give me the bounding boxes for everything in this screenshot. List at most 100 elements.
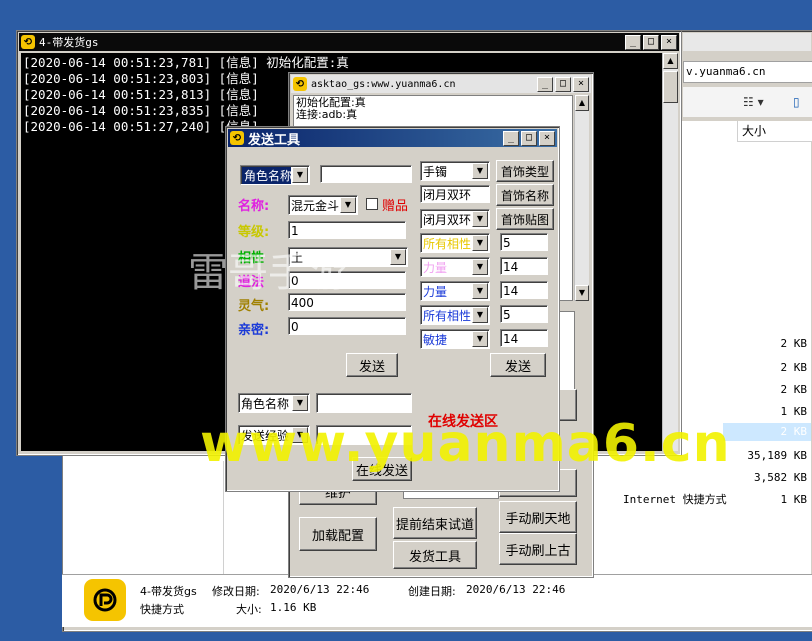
explorer-titlebar: [683, 33, 811, 51]
close-icon[interactable]: ×: [661, 34, 677, 50]
explorer-address-bar[interactable]: v.yuanma6.cn: [683, 61, 812, 83]
details-created: 2020/6/13 22:46: [466, 583, 566, 596]
main-titlebar[interactable]: ⟲ asktao_gs:www.yuanma6.cn _ □ ×: [291, 75, 591, 93]
chevron-down-icon[interactable]: ▼: [472, 283, 488, 299]
column-header-size[interactable]: 大小: [737, 121, 812, 142]
details-modified: 2020/6/13 22:46: [270, 583, 370, 596]
explorer-toolbar: ☷ ▾ ▯: [683, 87, 812, 117]
chevron-down-icon[interactable]: ▼: [472, 235, 488, 251]
send-tool-title: 发送工具: [248, 132, 301, 148]
jewelry-paste-button[interactable]: 首饰贴图: [496, 208, 554, 230]
level-input[interactable]: 1: [288, 221, 406, 239]
scroll-up-icon[interactable]: ▲: [575, 95, 589, 111]
details-size-label: 大小:: [236, 603, 262, 616]
details-type: 快捷方式: [140, 603, 184, 616]
app-logo-icon: ⟲: [230, 131, 244, 145]
role-name-combo[interactable]: 角色名称 ▼: [240, 165, 310, 185]
jewelry-paste-combo[interactable]: 闭月双环 ▼: [420, 209, 490, 229]
preview-pane-icon[interactable]: ▯: [793, 95, 800, 109]
attr-combo-4[interactable]: 所有相性 ▼: [420, 305, 490, 325]
chevron-down-icon[interactable]: ▼: [292, 167, 308, 183]
scroll-down-icon[interactable]: ▼: [575, 285, 589, 301]
chevron-down-icon[interactable]: ▼: [390, 249, 406, 265]
maximize-icon[interactable]: □: [521, 130, 537, 146]
file-size: 2 KB: [780, 425, 808, 438]
details-name: 4-带发货gs: [140, 585, 197, 598]
console-line: [2020-06-14 00:51:23,781] [信息] 初始化配置:真: [23, 55, 349, 70]
attr-value-2[interactable]: 14: [500, 257, 548, 275]
file-size: 35,189 KB: [747, 449, 807, 462]
online-role-input[interactable]: [316, 393, 412, 413]
end-trial-button[interactable]: 提前结束试道: [393, 507, 477, 539]
watermark-text: 雷哥手游: [188, 250, 348, 296]
gift-checkbox[interactable]: [366, 198, 378, 210]
load-config-button[interactable]: 加载配置: [299, 517, 377, 551]
close-icon[interactable]: ×: [573, 76, 589, 92]
console-titlebar[interactable]: ⟲ 4-带发货gs _ □ ×: [19, 33, 679, 51]
refresh-tiandi-button[interactable]: 手动刷天地: [499, 501, 577, 533]
send-tool-button[interactable]: 发货工具: [393, 541, 477, 569]
gift-label: 赠品: [382, 199, 409, 214]
main-log-scrollbar[interactable]: ▲ ▼: [574, 95, 589, 301]
minimize-icon[interactable]: _: [537, 76, 553, 92]
main-title: asktao_gs:www.yuanma6.cn: [311, 78, 456, 90]
watermark-url: www.yuanma6.cn: [200, 414, 731, 474]
details-size: 1.16 KB: [270, 601, 317, 614]
minimize-icon[interactable]: _: [625, 34, 641, 50]
chevron-down-icon[interactable]: ▼: [472, 331, 488, 347]
chevron-down-icon[interactable]: ▼: [472, 211, 488, 227]
jewelry-name-input[interactable]: 闭月双环: [420, 185, 490, 203]
shortcut-app-icon: [84, 579, 126, 621]
attr-value-5[interactable]: 14: [500, 329, 548, 347]
log-line: 连接:adb:真: [296, 108, 358, 121]
attr-value-1[interactable]: 5: [500, 233, 548, 251]
details-modified-label: 修改日期:: [212, 585, 260, 598]
app-logo-icon: ⟲: [293, 77, 307, 91]
file-size: 2 KB: [780, 361, 808, 374]
scroll-thumb[interactable]: [663, 71, 678, 103]
send-item-button[interactable]: 发送: [346, 353, 398, 377]
item-name-combo[interactable]: 混元金斗 ▼: [288, 195, 358, 215]
intimacy-input[interactable]: 0: [288, 317, 406, 335]
attr-combo-5[interactable]: 敏捷 ▼: [420, 329, 490, 349]
chevron-down-icon[interactable]: ▼: [472, 259, 488, 275]
sidebar-pane: [63, 461, 224, 575]
send-jewelry-button[interactable]: 发送: [490, 353, 546, 377]
jewelry-name-button[interactable]: 首饰名称: [496, 184, 554, 206]
jewelry-type-button[interactable]: 首饰类型: [496, 160, 554, 182]
chevron-down-icon[interactable]: ▼: [472, 307, 488, 323]
attr-value-4[interactable]: 5: [500, 305, 548, 323]
attr-combo-1[interactable]: 所有相性 ▼: [420, 233, 490, 253]
minimize-icon[interactable]: _: [503, 130, 519, 146]
attr-combo-2[interactable]: 力量 ▼: [420, 257, 490, 277]
close-icon[interactable]: ×: [539, 130, 555, 146]
jewelry-type-combo[interactable]: 手镯 ▼: [420, 161, 490, 181]
file-size: 2 KB: [780, 383, 808, 396]
send-tool-titlebar[interactable]: ⟲ 发送工具 _ □ ×: [228, 129, 557, 148]
app-logo-icon: ⟲: [21, 35, 35, 49]
chevron-down-icon[interactable]: ▼: [340, 197, 356, 213]
level-label: 等级:: [238, 225, 270, 240]
maximize-icon[interactable]: □: [555, 76, 571, 92]
intimacy-label: 亲密:: [238, 323, 270, 338]
online-role-combo[interactable]: 角色名称 ▼: [238, 393, 310, 413]
maximize-icon[interactable]: □: [643, 34, 659, 50]
view-icon[interactable]: ☷ ▾: [743, 95, 764, 109]
chevron-down-icon[interactable]: ▼: [292, 395, 308, 411]
file-size: 2 KB: [780, 337, 808, 350]
file-size: 1 KB: [780, 405, 808, 418]
refresh-shanggu-button[interactable]: 手动刷上古: [499, 533, 577, 565]
role-name-input[interactable]: [320, 165, 412, 183]
file-size: 1 KB: [780, 493, 808, 506]
details-pane: 4-带发货gs 修改日期: 2020/6/13 22:46 创建日期: 2020…: [62, 574, 812, 627]
console-scrollbar[interactable]: ▲: [662, 53, 678, 451]
file-size: 3,582 KB: [754, 471, 807, 484]
file-type: Internet 快捷方式: [623, 493, 727, 506]
details-created-label: 创建日期:: [408, 585, 456, 598]
scroll-up-icon[interactable]: ▲: [663, 53, 678, 69]
attr-combo-3[interactable]: 力量 ▼: [420, 281, 490, 301]
name-label: 名称:: [238, 199, 270, 214]
chevron-down-icon[interactable]: ▼: [472, 163, 488, 179]
attr-value-3[interactable]: 14: [500, 281, 548, 299]
console-title: 4-带发货gs: [39, 36, 99, 49]
